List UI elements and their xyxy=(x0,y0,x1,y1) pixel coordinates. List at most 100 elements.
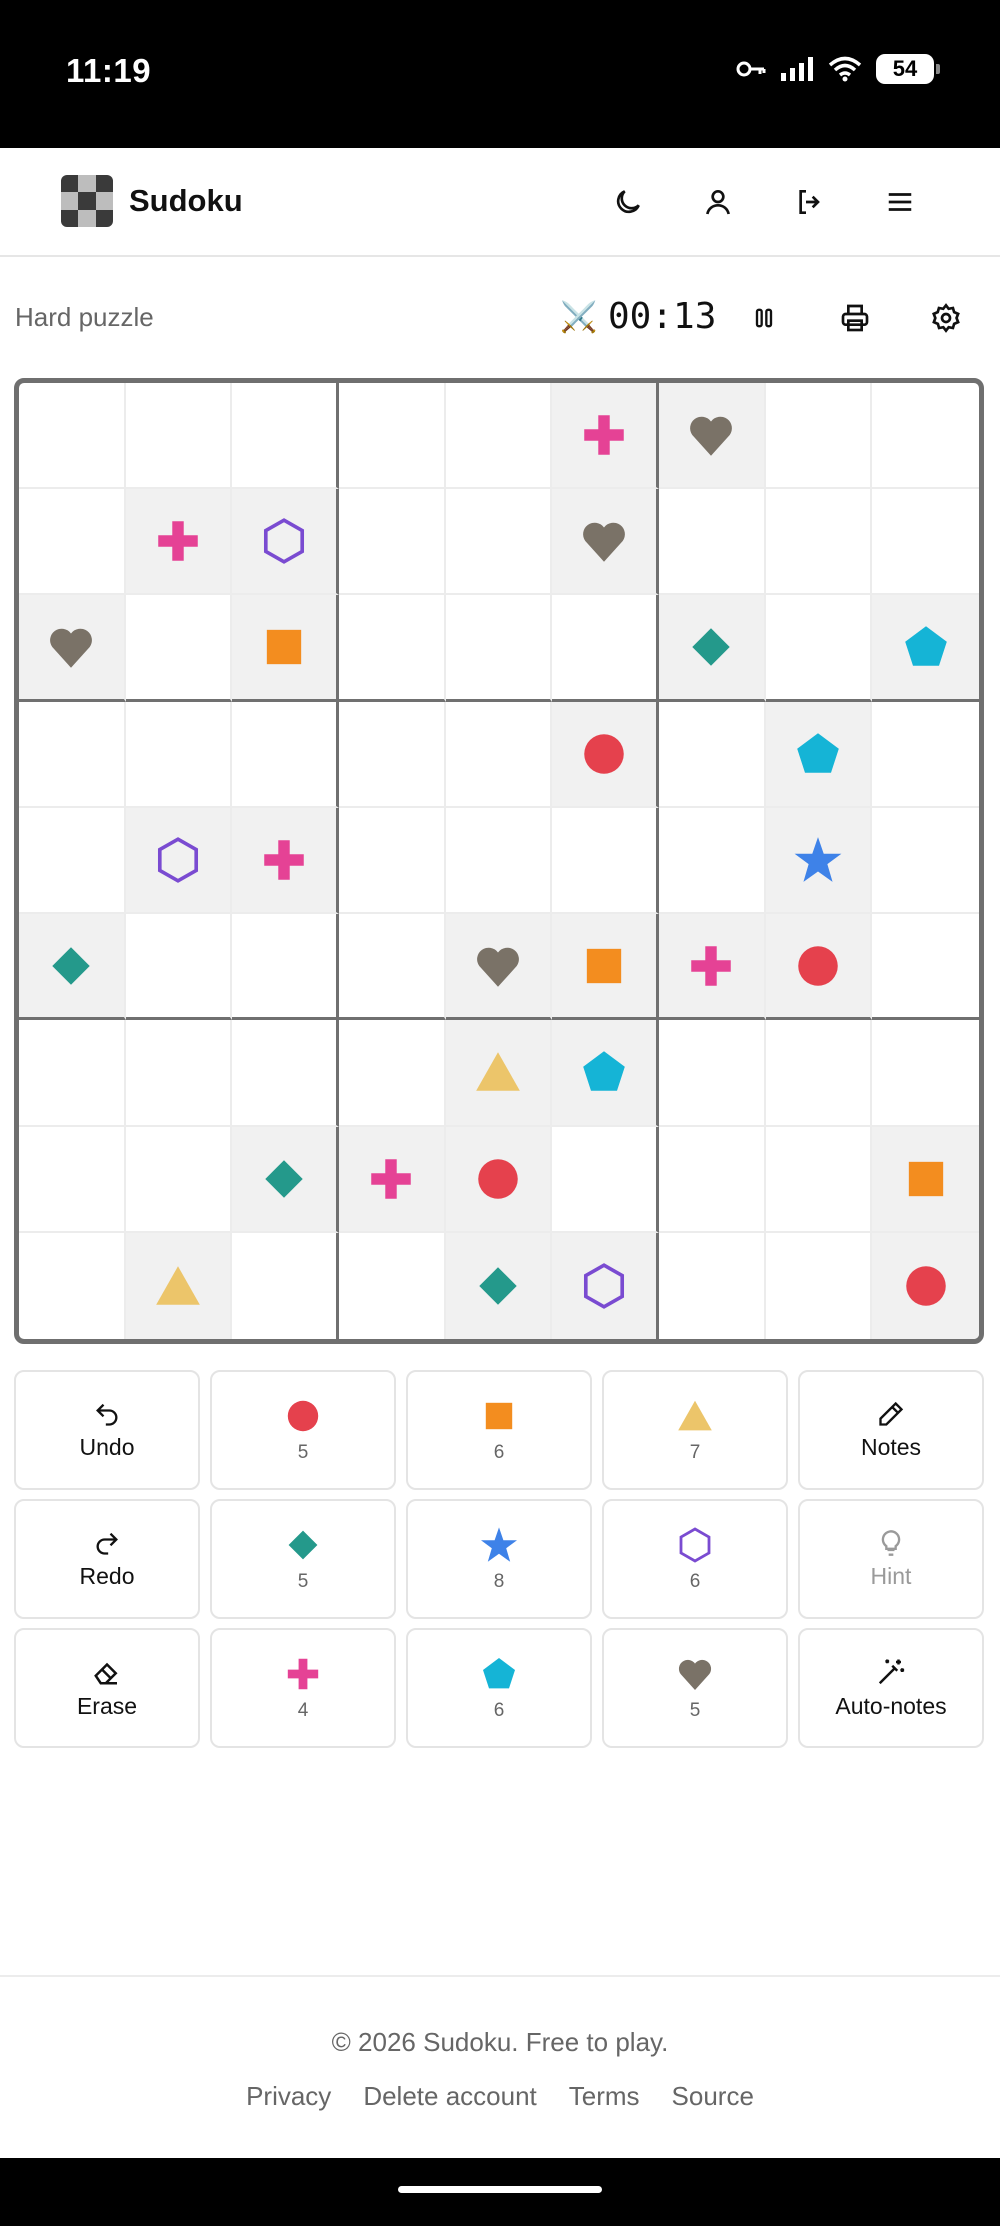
board-cell-r9-c1[interactable] xyxy=(19,1232,126,1339)
board-cell-r5-c9[interactable] xyxy=(872,808,979,915)
board-cell-r8-c1[interactable] xyxy=(19,1126,126,1233)
board-cell-r1-c4[interactable] xyxy=(338,383,446,490)
board-cell-r3-c6[interactable] xyxy=(552,595,659,702)
board-cell-r2-c7[interactable] xyxy=(658,489,766,596)
board-cell-r8-c2[interactable] xyxy=(125,1126,233,1233)
terms-link[interactable]: Terms xyxy=(569,2081,640,2112)
board-cell-r7-c5[interactable] xyxy=(445,1020,553,1127)
home-indicator[interactable] xyxy=(398,2186,602,2193)
board-cell-r6-c6[interactable] xyxy=(552,914,659,1021)
board-cell-r8-c3[interactable] xyxy=(232,1126,339,1233)
board-cell-r7-c6[interactable] xyxy=(552,1020,659,1127)
board-cell-r9-c7[interactable] xyxy=(659,1232,766,1339)
board-cell-r2-c4[interactable] xyxy=(338,489,446,596)
board-cell-r1-c2[interactable] xyxy=(125,383,233,490)
board-cell-r6-c2[interactable] xyxy=(125,914,233,1021)
symbol-button-triangle[interactable]: 7 xyxy=(602,1370,788,1490)
board-cell-r1-c8[interactable] xyxy=(765,383,873,490)
redo-button[interactable]: Redo xyxy=(14,1499,200,1619)
board-cell-r5-c1[interactable] xyxy=(19,807,126,915)
board-cell-r6-c1[interactable] xyxy=(19,914,126,1021)
board-cell-r8-c6[interactable] xyxy=(552,1126,659,1233)
board-cell-r9-c8[interactable] xyxy=(766,1232,873,1339)
board-cell-r3-c3[interactable] xyxy=(232,595,339,702)
board-cell-r9-c5[interactable] xyxy=(445,1232,553,1339)
board-cell-r6-c5[interactable] xyxy=(445,914,553,1021)
board-cell-r3-c9[interactable] xyxy=(872,595,979,702)
menu-button[interactable] xyxy=(876,178,924,226)
board-cell-r3-c5[interactable] xyxy=(445,595,553,702)
board-cell-r8-c4[interactable] xyxy=(338,1126,446,1233)
board-cell-r3-c4[interactable] xyxy=(338,595,446,702)
board-cell-r2-c9[interactable] xyxy=(872,489,979,596)
app-title[interactable]: Sudoku xyxy=(129,183,243,219)
symbol-button-circle[interactable]: 5 xyxy=(210,1370,396,1490)
board-cell-r6-c8[interactable] xyxy=(765,914,873,1021)
board-cell-r5-c8[interactable] xyxy=(765,807,873,915)
symbol-button-square[interactable]: 6 xyxy=(406,1370,592,1490)
board-cell-r1-c1[interactable] xyxy=(19,383,126,490)
board-cell-r5-c6[interactable] xyxy=(552,807,659,915)
undo-button[interactable]: Undo xyxy=(14,1370,200,1490)
board-cell-r8-c5[interactable] xyxy=(445,1126,553,1233)
logout-button[interactable] xyxy=(786,178,834,226)
board-cell-r1-c3[interactable] xyxy=(232,383,339,490)
board-cell-r3-c1[interactable] xyxy=(19,595,126,702)
board-cell-r6-c3[interactable] xyxy=(232,914,339,1021)
board-cell-r4-c9[interactable] xyxy=(872,702,979,808)
symbol-button-hexagon[interactable]: 6 xyxy=(602,1499,788,1619)
source-link[interactable]: Source xyxy=(672,2081,754,2112)
board-cell-r1-c6[interactable] xyxy=(552,383,659,490)
board-cell-r7-c4[interactable] xyxy=(338,1020,446,1127)
print-button[interactable] xyxy=(831,294,879,342)
board-cell-r6-c9[interactable] xyxy=(872,914,979,1021)
board-cell-r4-c3[interactable] xyxy=(232,701,339,808)
board-cell-r5-c4[interactable] xyxy=(338,807,446,915)
theme-toggle-button[interactable] xyxy=(604,178,652,226)
board-cell-r1-c5[interactable] xyxy=(445,383,553,490)
board-cell-r4-c7[interactable] xyxy=(658,701,766,808)
board-cell-r3-c2[interactable] xyxy=(125,595,233,702)
board-cell-r4-c2[interactable] xyxy=(125,701,233,808)
board-cell-r4-c8[interactable] xyxy=(765,701,873,808)
board-cell-r4-c1[interactable] xyxy=(19,701,126,808)
board-cell-r9-c9[interactable] xyxy=(872,1232,979,1339)
board-cell-r2-c2[interactable] xyxy=(125,489,233,596)
settings-button[interactable] xyxy=(922,294,970,342)
board-cell-r6-c4[interactable] xyxy=(338,914,446,1021)
board-cell-r5-c5[interactable] xyxy=(445,807,553,915)
notes-button[interactable]: Notes xyxy=(798,1370,984,1490)
board-cell-r4-c6[interactable] xyxy=(552,701,659,808)
board-cell-r5-c2[interactable] xyxy=(125,807,233,915)
symbol-button-pentagon[interactable]: 6 xyxy=(406,1628,592,1748)
board-cell-r8-c9[interactable] xyxy=(872,1126,979,1233)
board-cell-r7-c8[interactable] xyxy=(765,1020,873,1127)
hint-button[interactable]: Hint xyxy=(798,1499,984,1619)
board-cell-r5-c7[interactable] xyxy=(658,807,766,915)
symbol-button-heart[interactable]: 5 xyxy=(602,1628,788,1748)
privacy-link[interactable]: Privacy xyxy=(246,2081,331,2112)
board-cell-r8-c8[interactable] xyxy=(765,1126,873,1233)
board-cell-r4-c4[interactable] xyxy=(338,701,446,808)
board-cell-r1-c9[interactable] xyxy=(872,383,979,490)
board-cell-r9-c4[interactable] xyxy=(339,1232,446,1339)
symbol-button-cross[interactable]: 4 xyxy=(210,1628,396,1748)
pause-button[interactable] xyxy=(740,294,788,342)
profile-button[interactable] xyxy=(694,178,742,226)
board-cell-r2-c6[interactable] xyxy=(552,489,659,596)
board-cell-r6-c7[interactable] xyxy=(658,914,766,1021)
board-cell-r5-c3[interactable] xyxy=(232,807,339,915)
board-cell-r1-c7[interactable] xyxy=(658,383,766,490)
board-cell-r2-c3[interactable] xyxy=(232,489,339,596)
logo-icon[interactable] xyxy=(61,175,113,227)
board-cell-r8-c7[interactable] xyxy=(658,1126,766,1233)
board-cell-r9-c2[interactable] xyxy=(125,1232,233,1339)
board-cell-r7-c2[interactable] xyxy=(125,1020,233,1127)
board-cell-r7-c3[interactable] xyxy=(232,1020,339,1127)
board-cell-r3-c8[interactable] xyxy=(765,595,873,702)
symbol-button-star[interactable]: 8 xyxy=(406,1499,592,1619)
board-cell-r9-c3[interactable] xyxy=(232,1232,339,1339)
board-cell-r3-c7[interactable] xyxy=(658,595,766,702)
board-cell-r7-c7[interactable] xyxy=(658,1020,766,1127)
board-cell-r4-c5[interactable] xyxy=(445,701,553,808)
